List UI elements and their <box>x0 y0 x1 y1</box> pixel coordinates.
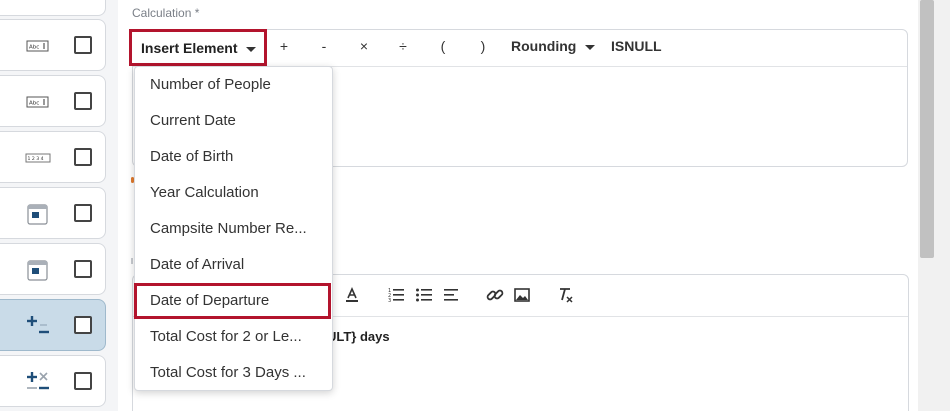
calendar-icon <box>27 204 48 225</box>
image-icon[interactable] <box>513 286 531 304</box>
field-row[interactable]: 1 2 3 4 <box>0 131 106 183</box>
rich-text-content[interactable]: ULT} days <box>327 329 390 344</box>
text-field-icon: Abc <box>26 96 49 108</box>
open-paren-button[interactable]: ( <box>433 38 453 54</box>
calculation-label: Calculation * <box>132 6 200 20</box>
chevron-down-icon <box>246 47 256 52</box>
field-row[interactable]: Abc <box>0 75 106 127</box>
divide-operator-button[interactable]: ÷ <box>393 38 413 54</box>
field-row[interactable] <box>0 187 106 239</box>
clear-formatting-icon[interactable] <box>557 286 575 304</box>
field-row[interactable]: Abc <box>0 19 106 71</box>
field-checkbox[interactable] <box>74 372 92 390</box>
field-list: Abc Abc 1 2 3 4 <box>0 0 120 411</box>
insert-element-button[interactable]: Insert Element <box>129 29 267 66</box>
dropdown-item[interactable]: Date of Arrival <box>135 247 332 283</box>
rounding-dropdown[interactable]: Rounding <box>511 38 576 54</box>
calculation-icon <box>27 316 49 334</box>
multiply-operator-button[interactable]: × <box>354 38 374 54</box>
svg-text:Abc: Abc <box>29 101 39 107</box>
svg-text:1 2 3 4: 1 2 3 4 <box>28 156 44 162</box>
field-row[interactable] <box>0 355 106 407</box>
numbered-list-icon[interactable]: 1 2 3 <box>387 286 405 304</box>
svg-text:3: 3 <box>388 298 391 304</box>
dropdown-item[interactable]: Total Cost for 3 Days ... <box>135 355 332 391</box>
dropdown-item[interactable]: Date of Birth <box>135 139 332 175</box>
field-row[interactable] <box>0 0 106 16</box>
field-row-selected[interactable] <box>0 299 106 351</box>
field-checkbox[interactable] <box>74 204 92 222</box>
bullet-list-icon[interactable] <box>415 286 433 304</box>
field-checkbox[interactable] <box>74 148 92 166</box>
text-color-icon[interactable] <box>343 286 361 304</box>
dropdown-item[interactable]: Number of People <box>135 67 332 103</box>
dropdown-item[interactable]: Total Cost for 2 or Le... <box>135 319 332 355</box>
field-checkbox[interactable] <box>74 92 92 110</box>
minus-operator-button[interactable]: - <box>314 38 334 54</box>
isnull-button[interactable]: ISNULL <box>611 38 662 54</box>
field-row[interactable] <box>0 243 106 295</box>
calculation-icon <box>27 372 49 390</box>
align-left-icon[interactable] <box>443 286 461 304</box>
scrollbar-thumb[interactable] <box>920 0 934 258</box>
text-field-icon: Abc <box>26 40 49 52</box>
dropdown-item[interactable]: Campsite Number Re... <box>135 211 332 247</box>
field-checkbox[interactable] <box>74 316 92 334</box>
insert-element-dropdown: Number of People Current Date Date of Bi… <box>134 66 333 391</box>
svg-text:Abc: Abc <box>29 45 39 51</box>
link-icon[interactable] <box>486 286 504 304</box>
field-checkbox[interactable] <box>74 36 92 54</box>
divider-mark <box>131 258 133 264</box>
chevron-down-icon <box>585 45 595 50</box>
plus-operator-button[interactable]: + <box>274 38 294 54</box>
dropdown-item-highlighted[interactable]: Date of Departure <box>134 283 331 319</box>
insert-element-label: Insert Element <box>141 39 238 56</box>
dropdown-item[interactable]: Year Calculation <box>135 175 332 211</box>
calendar-icon <box>27 260 48 281</box>
field-checkbox[interactable] <box>74 260 92 278</box>
number-field-icon: 1 2 3 4 <box>25 153 51 163</box>
close-paren-button[interactable]: ) <box>473 38 493 54</box>
dropdown-item[interactable]: Current Date <box>135 103 332 139</box>
